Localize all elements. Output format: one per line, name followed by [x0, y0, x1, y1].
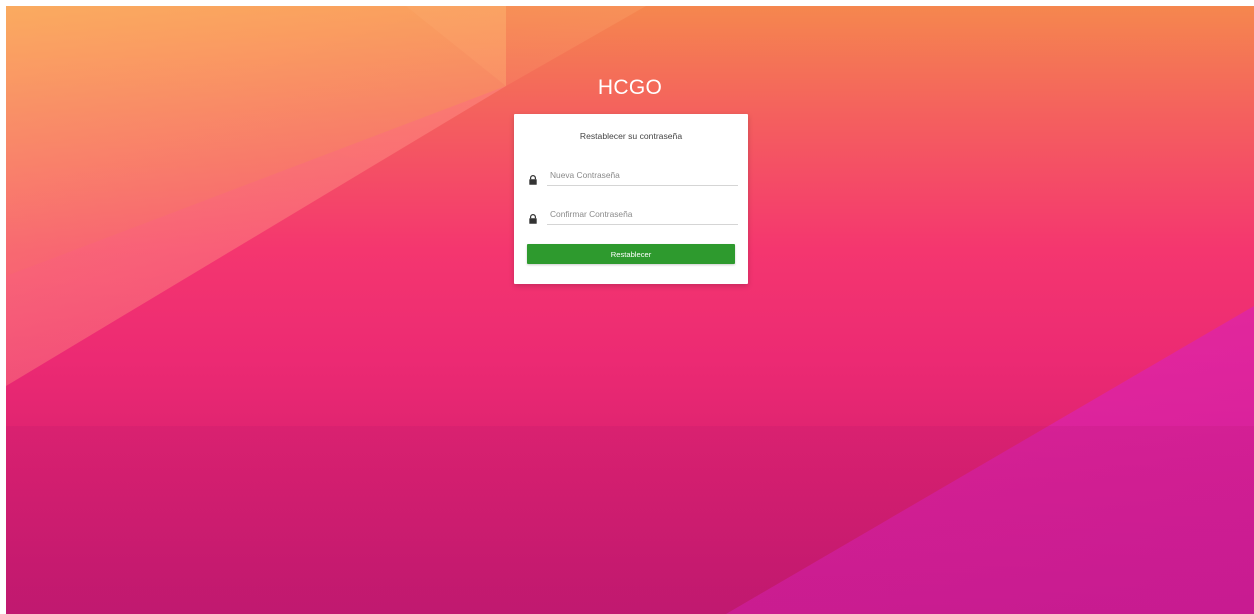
- card-heading: Restablecer su contraseña: [579, 131, 683, 141]
- restablecer-button[interactable]: Restablecer: [527, 244, 735, 264]
- confirm-password-field: [527, 204, 738, 226]
- new-password-field: [527, 165, 738, 187]
- reset-password-card: Restablecer su contraseña Restablecer: [514, 114, 748, 284]
- confirm-password-input[interactable]: [547, 204, 738, 225]
- app-title: HCGO: [597, 76, 663, 99]
- new-password-input[interactable]: [547, 165, 738, 186]
- lock-icon: [529, 211, 537, 224]
- page-background: HCGO Restablecer su contraseña Restablec…: [6, 6, 1254, 614]
- lock-icon: [529, 172, 537, 185]
